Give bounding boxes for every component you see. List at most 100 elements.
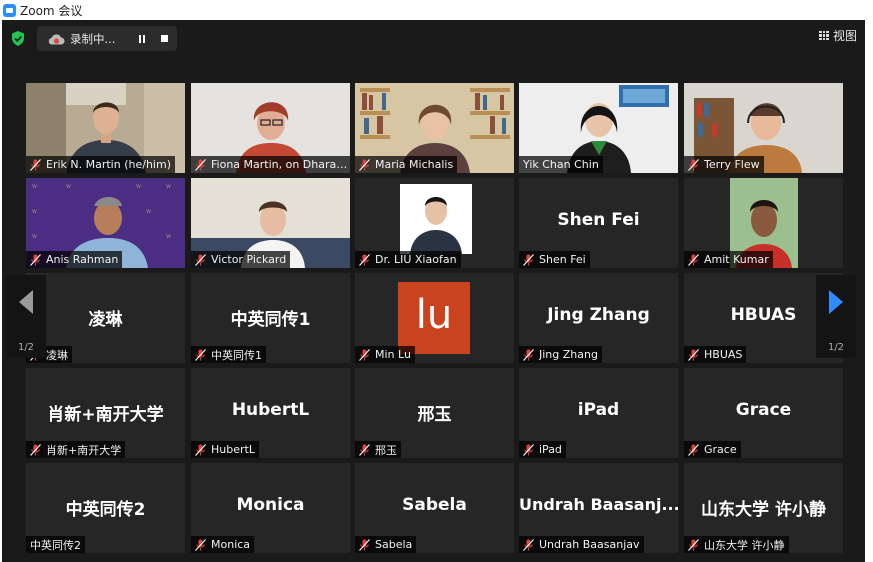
- participant-name-bar: iPad: [519, 441, 566, 458]
- participant-tile[interactable]: 中英同传2 中英同传2: [26, 463, 185, 553]
- participant-tile[interactable]: Dr. LIU Xiaofan: [355, 178, 514, 268]
- participant-tile[interactable]: Undrah Baasanj... Undrah Baasanjav: [519, 463, 678, 553]
- svg-text:W: W: [136, 184, 142, 190]
- participant-name-bar: 山东大学 许小静: [684, 536, 789, 553]
- participant-tile[interactable]: Grace Grace: [684, 368, 843, 458]
- participant-name: Erik N. Martin (he/him): [46, 158, 171, 171]
- participant-display-name: Jing Zhang: [547, 305, 650, 325]
- participant-display-name: 中英同传1: [230, 310, 311, 330]
- muted-mic-icon: [359, 348, 370, 361]
- next-page-button[interactable]: 1/2: [816, 275, 856, 358]
- participant-name-bar: Maria Michalis: [355, 156, 458, 173]
- participant-tile[interactable]: Maria Michalis: [355, 83, 514, 173]
- participant-name-bar: HBUAS: [684, 346, 747, 363]
- participant-name-bar: Monica: [191, 536, 255, 553]
- participant-display-name: Grace: [735, 400, 792, 420]
- recording-label: 录制中...: [70, 31, 116, 46]
- participant-tile[interactable]: Monica Monica: [191, 463, 350, 553]
- participant-name: Min Lu: [375, 348, 411, 361]
- page-indicator: 1/2: [827, 342, 845, 353]
- participant-tile[interactable]: lu Min Lu: [355, 273, 514, 363]
- muted-mic-icon: [195, 443, 206, 456]
- participant-name: Shen Fei: [539, 253, 586, 266]
- participant-avatar: lu: [398, 282, 470, 354]
- participant-name: Fiona Martin, on Dharawal c...: [211, 158, 349, 171]
- participant-name: Sabela: [375, 538, 413, 551]
- muted-mic-icon: [195, 538, 206, 551]
- participant-name: Jing Zhang: [539, 348, 598, 361]
- stop-recording-button[interactable]: [157, 31, 172, 46]
- participant-name-bar: Shen Fei: [519, 251, 590, 268]
- participant-name: 中英同传2: [30, 538, 81, 552]
- participant-tile[interactable]: Victor Pickard: [191, 178, 350, 268]
- participant-name: iPad: [539, 443, 562, 456]
- participant-tile[interactable]: 凌琳 凌琳: [26, 273, 185, 363]
- participant-name: 凌琳: [46, 348, 68, 362]
- participant-name-bar: Anis Rahman: [26, 251, 123, 268]
- participant-name: Dr. LIU Xiaofan: [375, 253, 457, 266]
- pause-recording-button[interactable]: [134, 31, 149, 46]
- participant-display-name: 凌琳: [88, 310, 123, 330]
- participant-tile[interactable]: Shen Fei Shen Fei: [519, 178, 678, 268]
- muted-mic-icon: [195, 348, 206, 361]
- muted-mic-icon: [359, 538, 370, 551]
- participant-name: Anis Rahman: [46, 253, 119, 266]
- participant-display-name: Undrah Baasanj...: [519, 495, 678, 514]
- svg-text:W: W: [66, 184, 72, 190]
- muted-mic-icon: [195, 158, 206, 171]
- participant-tile[interactable]: Terry Flew: [684, 83, 843, 173]
- participant-tile[interactable]: 中英同传1 中英同传1: [191, 273, 350, 363]
- participant-tile-active-speaker[interactable]: Yik Chan Chin: [519, 83, 678, 173]
- svg-text:W: W: [146, 209, 152, 215]
- participant-name: 肖新+南开大学: [46, 443, 122, 457]
- muted-mic-icon: [688, 348, 699, 361]
- participant-tile[interactable]: 邢玉 邢玉: [355, 368, 514, 458]
- participant-display-name: 肖新+南开大学: [47, 405, 164, 425]
- participant-name-bar: Erik N. Martin (he/him): [26, 156, 175, 173]
- participant-name: HBUAS: [704, 348, 743, 361]
- participant-display-name: Sabela: [402, 495, 467, 515]
- meeting-area: 录制中... 视图 Erik N. Martin (he/him) Fiona …: [2, 20, 865, 562]
- previous-page-button[interactable]: 1/2: [6, 275, 46, 358]
- participant-display-name: 中英同传2: [65, 500, 146, 520]
- participant-name: Amit Kumar: [704, 253, 769, 266]
- participant-tile[interactable]: Fiona Martin, on Dharawal c...: [191, 83, 350, 173]
- muted-mic-icon: [30, 158, 41, 171]
- participant-name: Terry Flew: [704, 158, 760, 171]
- svg-text:W: W: [32, 184, 38, 190]
- participant-tile[interactable]: W W W W W W W W Anis Rahman: [26, 178, 185, 268]
- recording-indicator: 录制中...: [37, 26, 177, 51]
- participant-name: 邢玉: [375, 443, 397, 457]
- participant-name-bar: Min Lu: [355, 346, 415, 363]
- svg-text:W: W: [166, 184, 172, 190]
- participant-display-name: iPad: [577, 400, 620, 420]
- muted-mic-icon: [688, 538, 699, 551]
- view-button[interactable]: 视图: [819, 27, 857, 44]
- participant-name-bar: Terry Flew: [684, 156, 764, 173]
- participant-tile[interactable]: Jing Zhang Jing Zhang: [519, 273, 678, 363]
- participant-name-bar: Jing Zhang: [519, 346, 602, 363]
- muted-mic-icon: [688, 443, 699, 456]
- participant-tile[interactable]: Amit Kumar: [684, 178, 843, 268]
- participant-name: 中英同传1: [211, 348, 262, 362]
- security-shield-icon[interactable]: [11, 31, 25, 46]
- participant-tile[interactable]: 肖新+南开大学 肖新+南开大学: [26, 368, 185, 458]
- svg-text:W: W: [32, 209, 38, 215]
- page-indicator: 1/2: [17, 342, 35, 353]
- chevron-right-icon: [829, 290, 843, 314]
- participant-name: Victor Pickard: [211, 253, 287, 266]
- participant-tile[interactable]: Erik N. Martin (he/him): [26, 83, 185, 173]
- participant-tile[interactable]: 山东大学 许小静 山东大学 许小静: [684, 463, 843, 553]
- participant-name-bar: 中英同传2: [26, 536, 85, 553]
- participant-display-name: 邢玉: [417, 405, 452, 425]
- pause-icon: [138, 34, 145, 43]
- participant-name-bar: HubertL: [191, 441, 259, 458]
- muted-mic-icon: [523, 538, 534, 551]
- muted-mic-icon: [359, 158, 370, 171]
- participant-name: Undrah Baasanjav: [539, 538, 640, 551]
- participant-tile[interactable]: HubertL HubertL: [191, 368, 350, 458]
- participant-tile[interactable]: iPad iPad: [519, 368, 678, 458]
- participant-tile[interactable]: Sabela Sabela: [355, 463, 514, 553]
- stop-icon: [161, 35, 168, 42]
- muted-mic-icon: [359, 253, 370, 266]
